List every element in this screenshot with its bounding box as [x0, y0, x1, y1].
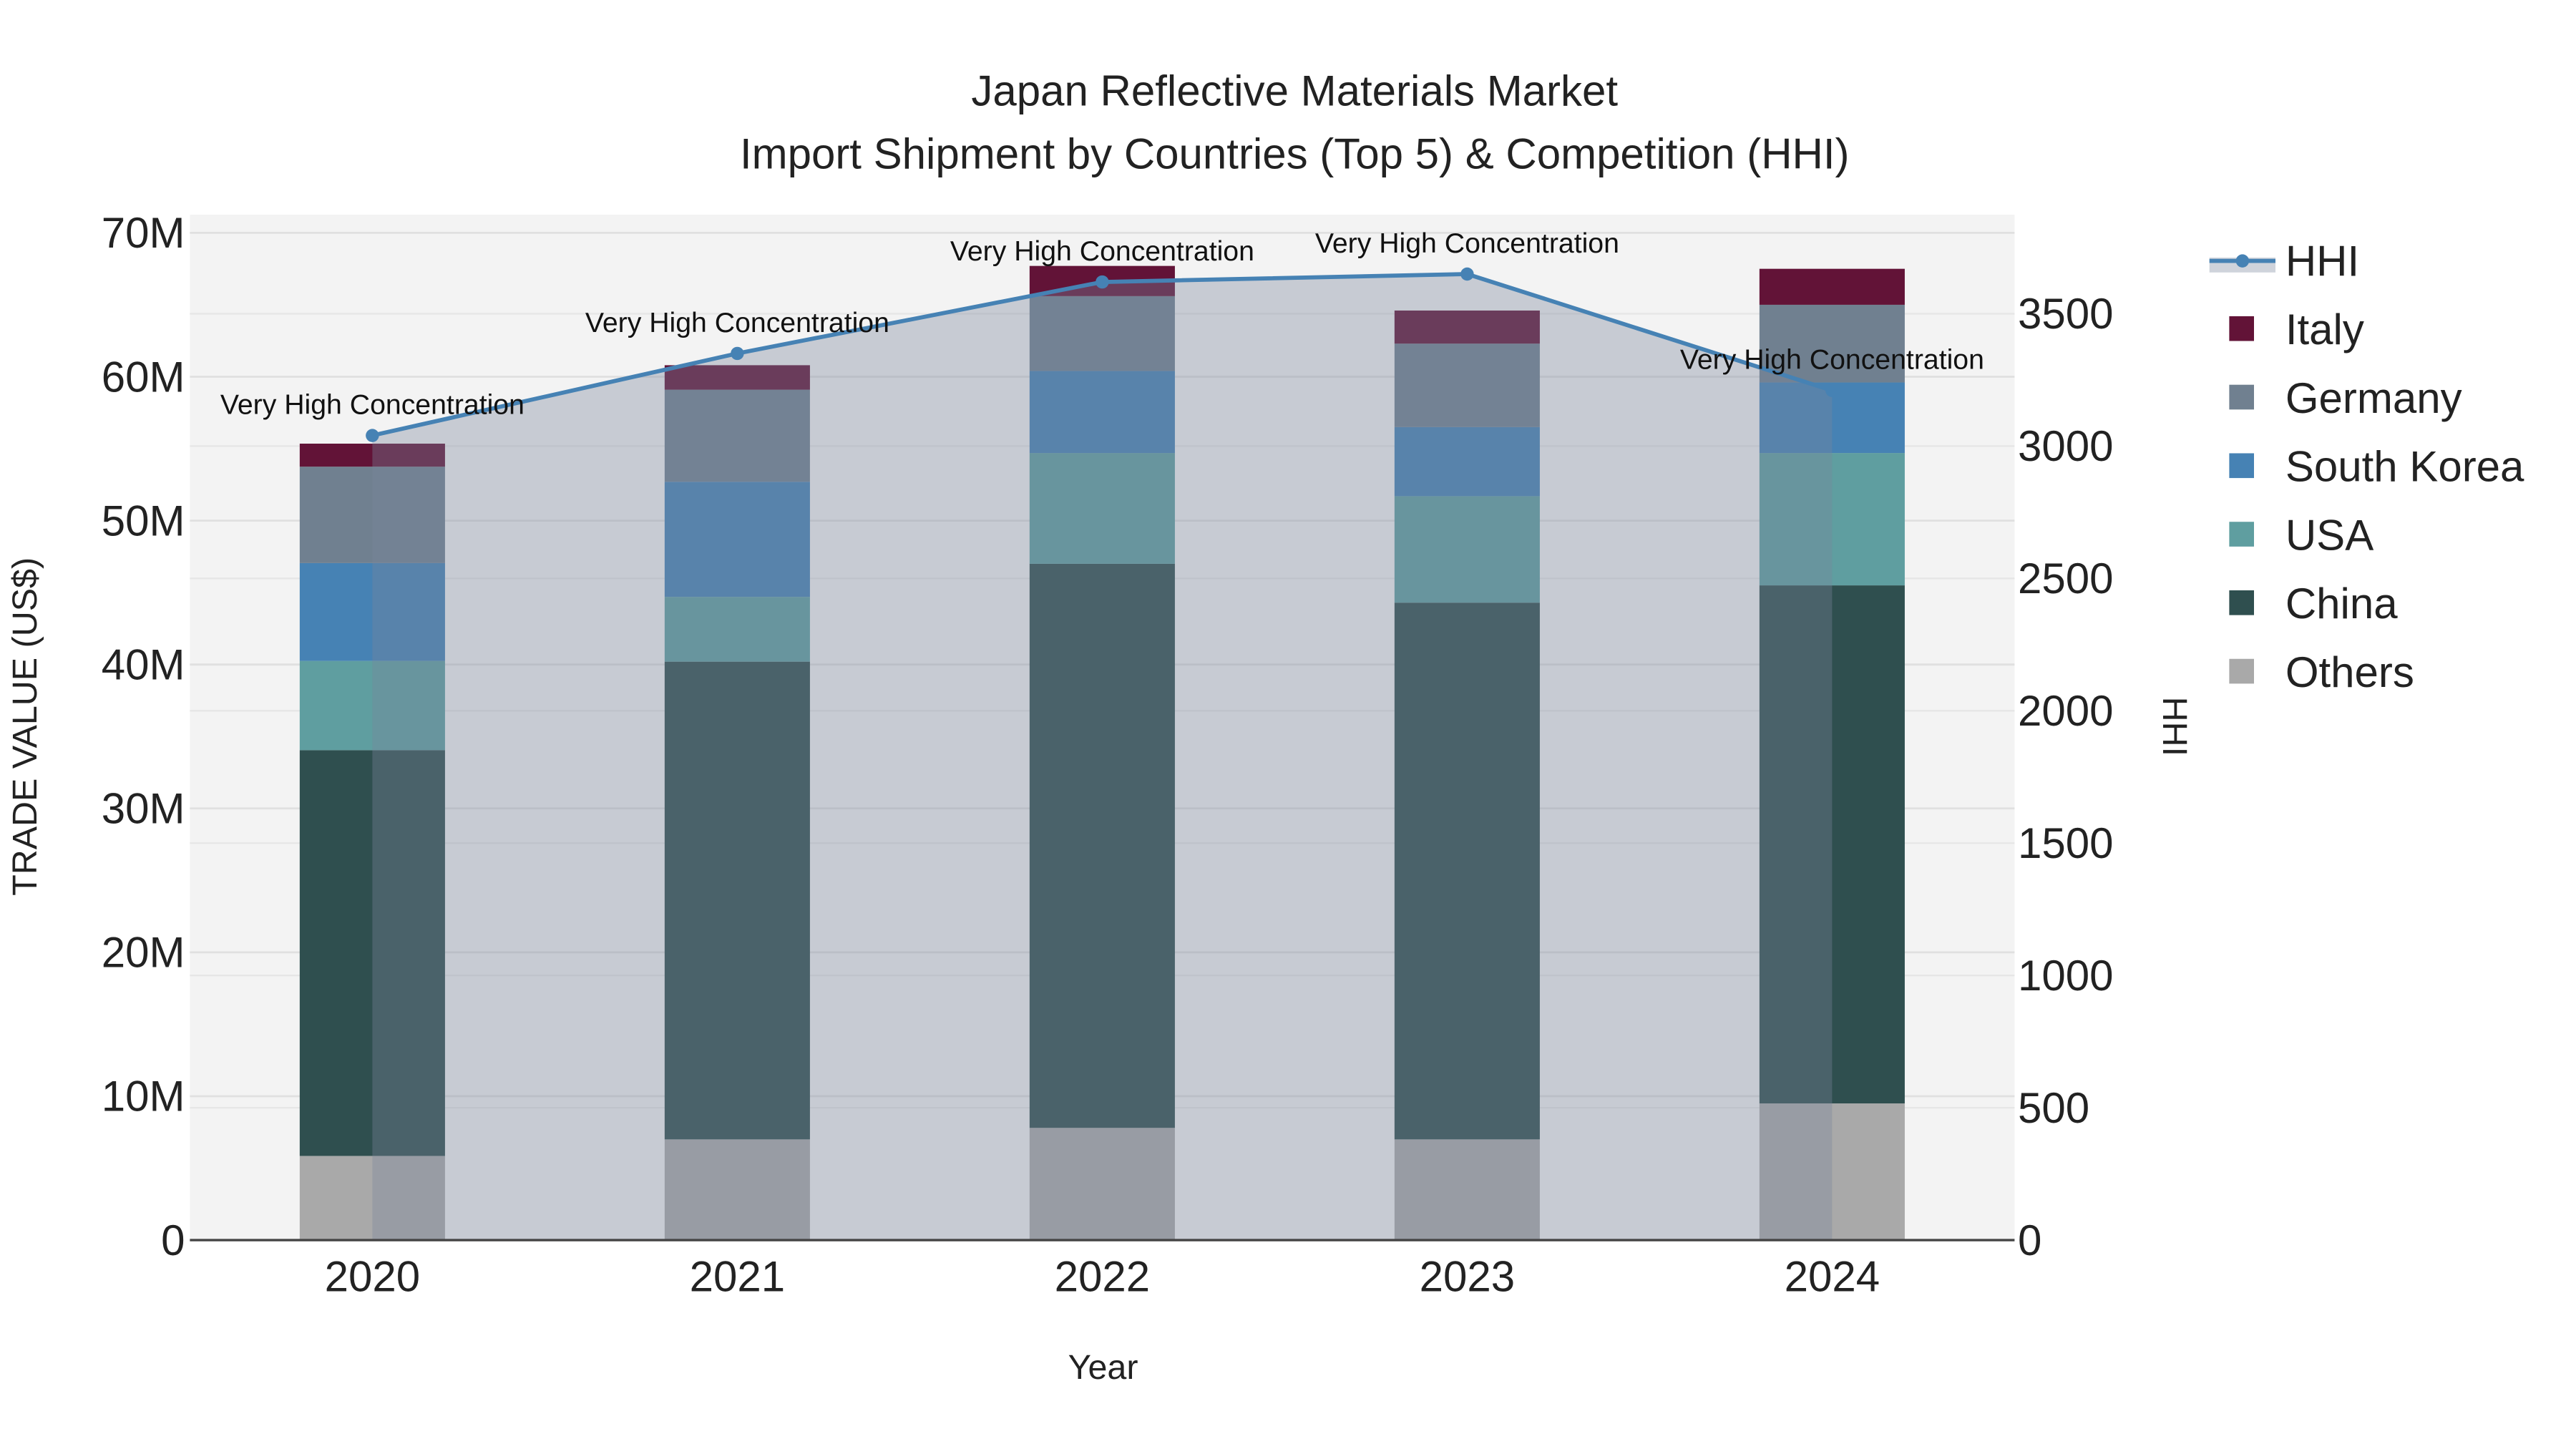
y2-axis-ticks: 0 500 1000 1500 2000 2500 3000 3500 [2018, 290, 2113, 1264]
legend-swatch-icon [2229, 453, 2254, 479]
legend-item-italy[interactable]: Italy [2229, 306, 2364, 353]
y2-tick-label: 2500 [2018, 555, 2113, 602]
legend-marker-icon [2235, 254, 2250, 268]
legend-swatch-icon [2229, 590, 2254, 615]
hhi-point-2021 [731, 346, 744, 361]
x-tick-label: 2022 [1055, 1253, 1150, 1301]
y2-tick-label: 3000 [2018, 422, 2113, 470]
y-tick-label: 30M [102, 785, 185, 833]
legend-swatch-icon [2229, 316, 2254, 341]
legend-swatch-icon [2229, 522, 2254, 547]
legend-item-south-korea[interactable]: South Korea [2229, 443, 2524, 491]
legend-item-germany[interactable]: Germany [2229, 374, 2462, 422]
x-tick-label: 2023 [1420, 1253, 1515, 1301]
legend: HHI Italy Germany South Korea USA China Others [2209, 237, 2524, 696]
y2-tick-label: 0 [2018, 1216, 2041, 1264]
y-tick-label: 20M [102, 929, 185, 977]
hhi-point-2020 [366, 429, 379, 442]
legend-label: Italy [2285, 306, 2364, 353]
legend-item-hhi[interactable]: HHI [2209, 237, 2359, 285]
hhi-point-2022 [1096, 275, 1109, 289]
y-tick-label: 40M [102, 640, 185, 688]
legend-item-usa[interactable]: USA [2229, 511, 2373, 559]
y-tick-label: 10M [102, 1073, 185, 1121]
legend-label: HHI [2285, 237, 2359, 285]
y2-tick-label: 1000 [2018, 952, 2113, 1000]
hhi-annotation: Very High Concentration [1315, 228, 1619, 259]
x-tick-label: 2024 [1785, 1253, 1880, 1301]
chart-title: Japan Reflective Materials Market [971, 67, 1618, 115]
hhi-annotation: Very High Concentration [220, 389, 525, 421]
bar-italy-2024 [1759, 268, 1905, 305]
hhi-annotation: Very High Concentration [1680, 344, 1984, 376]
hhi-annotation: Very High Concentration [585, 307, 889, 338]
y2-tick-label: 2000 [2018, 687, 2113, 735]
y-axis-ticks: 0 10M 20M 30M 40M 50M 60M 70M [102, 209, 185, 1264]
legend-label: China [2285, 580, 2398, 628]
hhi-area [372, 273, 1833, 1241]
y2-tick-label: 1500 [2018, 819, 2113, 867]
y-tick-label: 0 [161, 1216, 185, 1264]
legend-item-others[interactable]: Others [2229, 648, 2414, 696]
hhi-annotation: Very High Concentration [950, 235, 1254, 267]
hhi-point-2024 [1825, 384, 1839, 397]
y2-tick-label: 3500 [2018, 290, 2113, 338]
x-tick-label: 2021 [690, 1253, 785, 1301]
legend-item-china[interactable]: China [2229, 580, 2398, 628]
hhi-area-fill [372, 273, 1833, 1241]
y-tick-label: 50M [102, 497, 185, 545]
legend-swatch-icon [2229, 658, 2254, 684]
x-axis-ticks: 2020 2021 2022 2023 2024 [325, 1253, 1880, 1301]
x-axis-title: Year [1068, 1348, 1138, 1387]
legend-label: Others [2285, 648, 2414, 696]
legend-label: South Korea [2285, 443, 2524, 491]
y-tick-label: 70M [102, 209, 185, 257]
legend-label: Germany [2285, 374, 2462, 422]
y-tick-label: 60M [102, 353, 185, 401]
legend-label: USA [2285, 511, 2373, 559]
chart: Very High Concentration Very High Concent… [6, 67, 2524, 1387]
chart-subtitle: Import Shipment by Countries (Top 5) & C… [740, 130, 1850, 177]
x-tick-label: 2020 [325, 1253, 420, 1301]
hhi-point-2023 [1460, 267, 1474, 281]
y-axis-title: TRADE VALUE (US$) [6, 557, 44, 896]
y2-axis-title: HHI [2155, 697, 2194, 756]
y2-tick-label: 500 [2018, 1084, 2089, 1132]
legend-swatch-icon [2229, 384, 2254, 410]
